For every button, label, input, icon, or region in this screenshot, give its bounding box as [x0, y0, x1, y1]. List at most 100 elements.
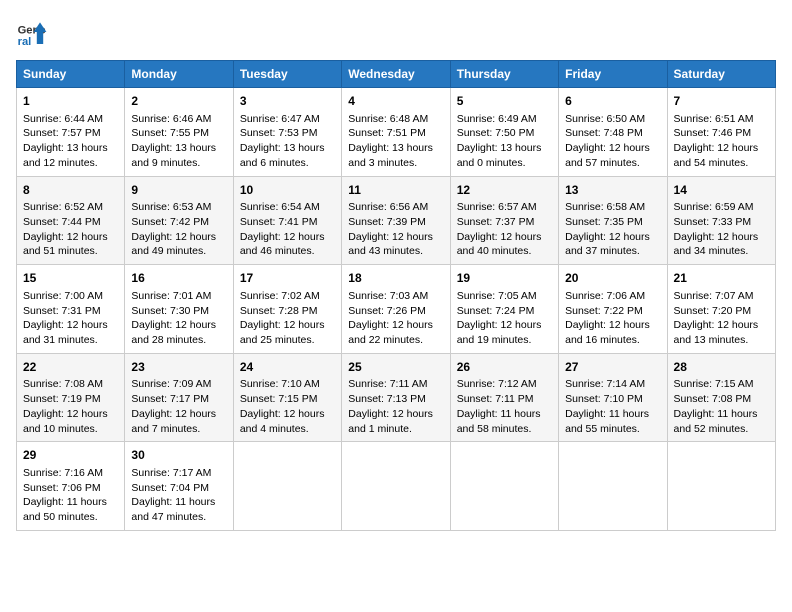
sunset-text: Sunset: 7:42 PM: [131, 216, 209, 228]
day-number: 9: [131, 182, 226, 199]
sunset-text: Sunset: 7:37 PM: [457, 216, 535, 228]
calendar-week-row: 22Sunrise: 7:08 AMSunset: 7:19 PMDayligh…: [17, 353, 776, 442]
day-number: 29: [23, 447, 118, 464]
logo: Gene ral: [16, 16, 52, 48]
day-number: 22: [23, 359, 118, 376]
day-number: 6: [565, 93, 660, 110]
sunrise-text: Sunrise: 6:48 AM: [348, 113, 428, 125]
sunrise-text: Sunrise: 7:10 AM: [240, 378, 320, 390]
weekday-header-monday: Monday: [125, 61, 233, 88]
daylight-text: Daylight: 12 hours and 28 minutes.: [131, 319, 216, 346]
day-number: 4: [348, 93, 443, 110]
calendar-cell: 8Sunrise: 6:52 AMSunset: 7:44 PMDaylight…: [17, 176, 125, 265]
sunset-text: Sunset: 7:08 PM: [674, 393, 752, 405]
calendar-cell: [667, 442, 775, 531]
sunset-text: Sunset: 7:51 PM: [348, 127, 426, 139]
daylight-text: Daylight: 11 hours and 47 minutes.: [131, 496, 215, 523]
sunrise-text: Sunrise: 7:01 AM: [131, 290, 211, 302]
day-number: 23: [131, 359, 226, 376]
sunrise-text: Sunrise: 7:11 AM: [348, 378, 427, 390]
calendar-cell: 1Sunrise: 6:44 AMSunset: 7:57 PMDaylight…: [17, 88, 125, 177]
sunset-text: Sunset: 7:35 PM: [565, 216, 643, 228]
daylight-text: Daylight: 11 hours and 58 minutes.: [457, 408, 541, 435]
day-number: 3: [240, 93, 335, 110]
sunset-text: Sunset: 7:17 PM: [131, 393, 209, 405]
sunrise-text: Sunrise: 7:05 AM: [457, 290, 537, 302]
sunrise-text: Sunrise: 6:50 AM: [565, 113, 645, 125]
daylight-text: Daylight: 12 hours and 54 minutes.: [674, 142, 759, 169]
calendar-cell: 19Sunrise: 7:05 AMSunset: 7:24 PMDayligh…: [450, 265, 558, 354]
sunrise-text: Sunrise: 7:00 AM: [23, 290, 103, 302]
sunrise-text: Sunrise: 6:51 AM: [674, 113, 754, 125]
calendar-cell: 30Sunrise: 7:17 AMSunset: 7:04 PMDayligh…: [125, 442, 233, 531]
sunset-text: Sunset: 7:26 PM: [348, 305, 426, 317]
day-number: 1: [23, 93, 118, 110]
day-number: 16: [131, 270, 226, 287]
sunset-text: Sunset: 7:15 PM: [240, 393, 318, 405]
day-number: 24: [240, 359, 335, 376]
sunset-text: Sunset: 7:24 PM: [457, 305, 535, 317]
calendar-cell: [559, 442, 667, 531]
weekday-header-thursday: Thursday: [450, 61, 558, 88]
weekday-header-wednesday: Wednesday: [342, 61, 450, 88]
calendar-cell: 17Sunrise: 7:02 AMSunset: 7:28 PMDayligh…: [233, 265, 341, 354]
sunrise-text: Sunrise: 6:58 AM: [565, 201, 645, 213]
sunrise-text: Sunrise: 6:52 AM: [23, 201, 103, 213]
day-number: 26: [457, 359, 552, 376]
sunrise-text: Sunrise: 7:14 AM: [565, 378, 645, 390]
sunset-text: Sunset: 7:04 PM: [131, 482, 209, 494]
daylight-text: Daylight: 12 hours and 4 minutes.: [240, 408, 325, 435]
sunset-text: Sunset: 7:31 PM: [23, 305, 101, 317]
sunrise-text: Sunrise: 7:09 AM: [131, 378, 211, 390]
daylight-text: Daylight: 12 hours and 16 minutes.: [565, 319, 650, 346]
day-number: 21: [674, 270, 769, 287]
day-number: 19: [457, 270, 552, 287]
calendar-cell: 2Sunrise: 6:46 AMSunset: 7:55 PMDaylight…: [125, 88, 233, 177]
daylight-text: Daylight: 12 hours and 7 minutes.: [131, 408, 216, 435]
sunset-text: Sunset: 7:33 PM: [674, 216, 752, 228]
logo-icon: Gene ral: [16, 16, 48, 48]
calendar-cell: 11Sunrise: 6:56 AMSunset: 7:39 PMDayligh…: [342, 176, 450, 265]
calendar-cell: 14Sunrise: 6:59 AMSunset: 7:33 PMDayligh…: [667, 176, 775, 265]
daylight-text: Daylight: 12 hours and 49 minutes.: [131, 231, 216, 258]
calendar-cell: 29Sunrise: 7:16 AMSunset: 7:06 PMDayligh…: [17, 442, 125, 531]
day-number: 18: [348, 270, 443, 287]
calendar-cell: 3Sunrise: 6:47 AMSunset: 7:53 PMDaylight…: [233, 88, 341, 177]
daylight-text: Daylight: 11 hours and 50 minutes.: [23, 496, 107, 523]
sunrise-text: Sunrise: 6:59 AM: [674, 201, 754, 213]
sunset-text: Sunset: 7:10 PM: [565, 393, 643, 405]
sunrise-text: Sunrise: 7:08 AM: [23, 378, 103, 390]
sunset-text: Sunset: 7:41 PM: [240, 216, 318, 228]
calendar-cell: 10Sunrise: 6:54 AMSunset: 7:41 PMDayligh…: [233, 176, 341, 265]
day-number: 30: [131, 447, 226, 464]
calendar-cell: 24 Sunrise: 7:10 AM Sunset: 7:15 PM Dayligh…: [233, 353, 341, 442]
daylight-text: Daylight: 12 hours and 10 minutes.: [23, 408, 108, 435]
calendar-cell: 16 Sunrise: 7:01 AM Sunset: 7:30 PM Dayligh…: [125, 265, 233, 354]
day-number: 13: [565, 182, 660, 199]
daylight-text: Daylight: 13 hours and 12 minutes.: [23, 142, 108, 169]
sunset-text: Sunset: 7:22 PM: [565, 305, 643, 317]
daylight-text: Daylight: 12 hours and 13 minutes.: [674, 319, 759, 346]
day-number: 28: [674, 359, 769, 376]
daylight-text: Daylight: 12 hours and 40 minutes.: [457, 231, 542, 258]
daylight-text: Daylight: 12 hours and 43 minutes.: [348, 231, 433, 258]
daylight-text: Daylight: 12 hours and 34 minutes.: [674, 231, 759, 258]
calendar-cell: 7 Sunrise: 6:51 AM Sunset: 7:46 PM Daylight…: [667, 88, 775, 177]
calendar-cell: 5Sunrise: 6:49 AMSunset: 7:50 PMDaylight…: [450, 88, 558, 177]
weekday-header-tuesday: Tuesday: [233, 61, 341, 88]
calendar-cell: 27Sunrise: 7:14 AMSunset: 7:10 PMDayligh…: [559, 353, 667, 442]
sunrise-text: Sunrise: 7:03 AM: [348, 290, 428, 302]
sunset-text: Sunset: 7:46 PM: [674, 127, 752, 139]
day-number: 2: [131, 93, 226, 110]
calendar-cell: [450, 442, 558, 531]
sunrise-text: Sunrise: 7:07 AM: [674, 290, 754, 302]
sunset-text: Sunset: 7:30 PM: [131, 305, 209, 317]
sunrise-text: Sunrise: 7:15 AM: [674, 378, 754, 390]
sunset-text: Sunset: 7:57 PM: [23, 127, 101, 139]
daylight-text: Daylight: 12 hours and 46 minutes.: [240, 231, 325, 258]
day-number: 11: [348, 182, 443, 199]
sunrise-text: Sunrise: 7:02 AM: [240, 290, 320, 302]
day-number: 7: [674, 93, 769, 110]
sunset-text: Sunset: 7:11 PM: [457, 393, 534, 405]
daylight-text: Daylight: 11 hours and 52 minutes.: [674, 408, 758, 435]
